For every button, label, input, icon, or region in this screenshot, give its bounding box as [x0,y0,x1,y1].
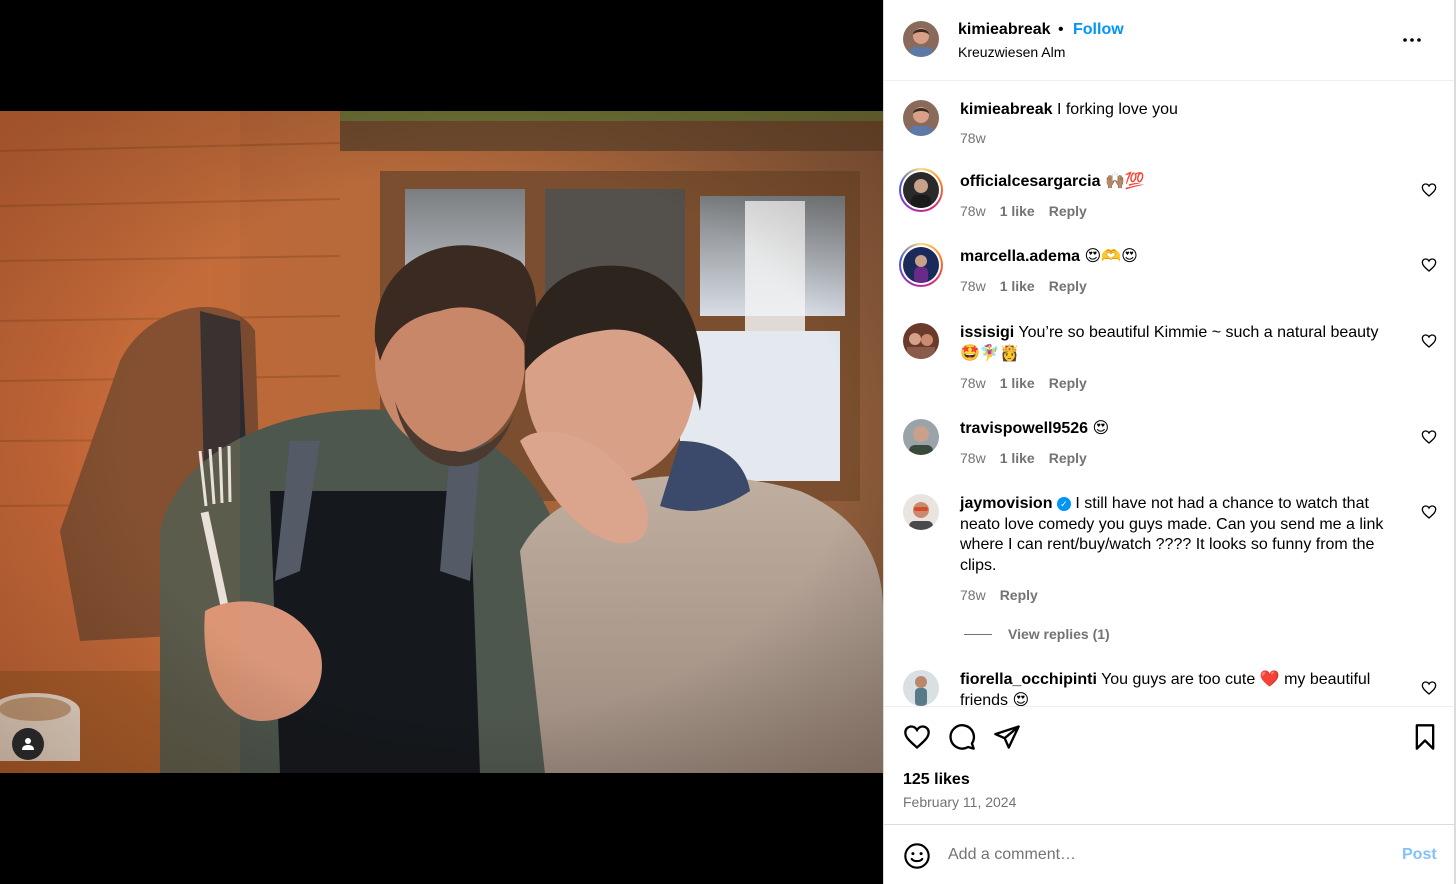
comment-avatar[interactable] [903,323,939,359]
bookmark-icon[interactable] [1411,723,1439,751]
caption-username[interactable]: kimieabreak [960,101,1053,118]
view-replies-button[interactable]: View replies (1) [964,626,1110,642]
verified-badge-icon: ✓ [1056,497,1071,511]
heart-icon[interactable] [903,723,931,751]
comment-username[interactable]: jaymovision [960,495,1052,512]
comment-avatar[interactable] [899,243,943,287]
caption-text: I forking love you [1056,101,1178,118]
post-actions: 125 likes February 11, 2024 [884,706,1455,824]
emoji-smiley-icon[interactable] [903,842,931,870]
comment-text: You’re so beautiful Kimmie ~ such a natu… [960,324,1379,362]
post-media [0,0,883,884]
comment-likes[interactable]: 1 like [1000,278,1035,294]
post-side-panel: kimieabreak • Follow Kreuzwiesen Alm kim… [883,0,1456,884]
heart-icon[interactable] [1421,504,1437,520]
selfie-photo-illustration [0,111,883,773]
heart-icon[interactable] [1421,680,1437,696]
reply-button[interactable]: Reply [1000,587,1038,603]
comment-likes[interactable]: 1 like [1000,203,1035,219]
more-horizontal-icon[interactable] [1400,28,1424,52]
comment-username[interactable]: fiorella_occhipinti [960,671,1097,688]
comment-text: 😍🫶😍 [1084,248,1138,265]
comment-time: 78w [960,450,986,466]
reply-button[interactable]: Reply [1049,450,1087,466]
post-comment-button[interactable]: Post [1402,846,1437,864]
comment-time: 78w [960,203,986,219]
heart-icon[interactable] [1421,333,1437,349]
reply-button[interactable]: Reply [1049,203,1087,219]
tagged-users-button[interactable] [12,728,44,760]
comment-time: 78w [960,375,986,391]
separator-dot: • [1058,21,1064,38]
post-location[interactable]: Kreuzwiesen Alm [958,44,1065,60]
comment-username[interactable]: marcella.adema [960,248,1080,265]
user-icon [22,738,34,750]
replies-line [964,633,992,635]
post-date: February 11, 2024 [903,794,1017,810]
comment-username[interactable]: travispowell9526 [960,420,1088,437]
comment-composer: Post [884,824,1455,884]
comments-list[interactable]: kimieabreak I forking love you 78w offic… [884,81,1455,706]
comment-username[interactable]: officialcesargarcia [960,173,1101,190]
likes-count[interactable]: 125 likes [903,771,970,789]
send-paper-plane-icon[interactable] [993,723,1021,751]
comment-text: 🙌🏽💯 [1104,173,1145,190]
heart-icon[interactable] [1421,429,1437,445]
post-photo[interactable] [0,111,883,773]
comment-avatar[interactable] [903,419,939,455]
heart-icon[interactable] [1421,257,1437,273]
comment-text: 😍 [1092,420,1110,437]
comment-likes[interactable]: 1 like [1000,375,1035,391]
follow-button[interactable]: Follow [1073,21,1124,39]
view-replies-label: View replies (1) [1008,626,1110,642]
comment-avatar[interactable] [903,494,939,530]
comment-username[interactable]: issisigi [960,324,1014,341]
author-avatar[interactable] [903,21,939,57]
comment-input[interactable] [948,839,1388,871]
comment-time: 78w [960,587,986,603]
heart-icon[interactable] [1421,182,1437,198]
comment-avatar[interactable] [903,670,939,706]
comment-time: 78w [960,278,986,294]
caption-avatar[interactable] [903,100,939,136]
reply-button[interactable]: Reply [1049,375,1087,391]
author-username[interactable]: kimieabreak [958,21,1051,39]
post-header: kimieabreak • Follow Kreuzwiesen Alm [884,0,1454,81]
reply-button[interactable]: Reply [1049,278,1087,294]
comment-avatar[interactable] [899,168,943,212]
comment-bubble-icon[interactable] [948,723,976,751]
comment-likes[interactable]: 1 like [1000,450,1035,466]
caption-time: 78w [960,130,986,146]
